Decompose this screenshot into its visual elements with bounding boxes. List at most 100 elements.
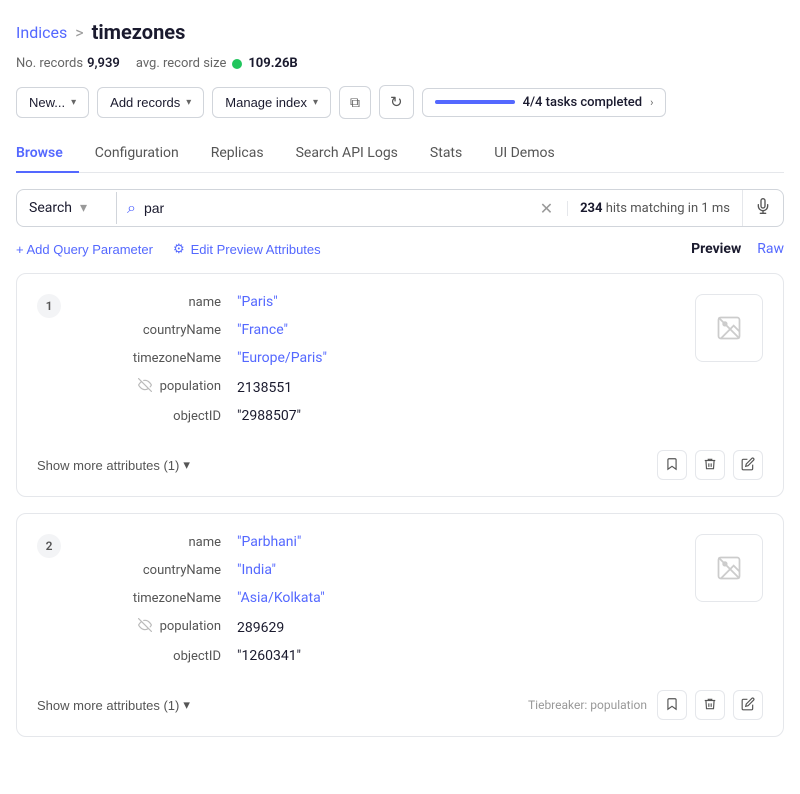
tab-stats[interactable]: Stats <box>414 135 478 173</box>
search-input-wrapper: ⌕ ✕ <box>117 192 567 224</box>
breadcrumb: Indices > timezones <box>16 20 784 44</box>
field-value-objectid-2: "1260341" <box>237 648 301 664</box>
search-icon: ⌕ <box>127 198 136 218</box>
hits-suffix: hits matching in 1 ms <box>606 201 730 216</box>
manage-index-button[interactable]: Manage index ▾ <box>212 87 331 118</box>
search-input[interactable] <box>144 192 528 224</box>
field-label-objectid-1: objectID <box>77 409 237 424</box>
avg-label: avg. record size <box>136 56 227 71</box>
bookmark-button-1[interactable] <box>657 450 687 480</box>
clear-search-button[interactable]: ✕ <box>536 195 557 222</box>
tasks-progress-bar[interactable]: 4/4 tasks completed › <box>422 88 667 117</box>
meta-row: No. records 9,939 avg. record size 109.2… <box>16 56 784 71</box>
field-value-countryname-2: "India" <box>237 562 276 578</box>
view-toggle: Preview Raw <box>691 241 784 257</box>
record-card-1: 1 name "Paris" countryName "France" time… <box>16 273 784 497</box>
edit-button-1[interactable] <box>733 450 763 480</box>
bookmark-icon-2 <box>665 697 679 714</box>
show-more-chevron-icon-1: ▾ <box>183 457 190 473</box>
bookmark-icon-1 <box>665 457 679 474</box>
copy-button[interactable]: ⧉ <box>339 86 371 119</box>
field-row-population-2: population 289629 <box>77 618 679 636</box>
search-area: Search ▾ ⌕ ✕ 234 hits matching in 1 ms <box>16 189 784 227</box>
manage-index-chevron-icon: ▾ <box>313 97 318 108</box>
field-label-timezonename-2: timezoneName <box>77 591 237 606</box>
green-dot-icon <box>232 59 242 69</box>
tab-configuration[interactable]: Configuration <box>79 135 195 173</box>
edit-button-2[interactable] <box>733 690 763 720</box>
field-label-population-1: population <box>77 378 237 395</box>
query-params-row: + Add Query Parameter ⚙ Edit Preview Att… <box>16 241 784 257</box>
tab-browse[interactable]: Browse <box>16 135 79 173</box>
field-value-timezonename-1: "Europe/Paris" <box>237 350 327 366</box>
record-content-2: name "Parbhani" countryName "India" time… <box>37 534 763 676</box>
view-preview-button[interactable]: Preview <box>691 241 741 257</box>
records-value: 9,939 <box>87 56 120 71</box>
field-row-name-2: name "Parbhani" <box>77 534 679 550</box>
edit-preview-button[interactable]: ⚙ Edit Preview Attributes <box>173 241 321 257</box>
record-card-2: 2 name "Parbhani" countryName "India" ti… <box>16 513 784 737</box>
view-raw-button[interactable]: Raw <box>757 241 784 257</box>
add-query-param-button[interactable]: + Add Query Parameter <box>16 242 153 257</box>
field-label-countryname-1: countryName <box>77 323 237 338</box>
field-row-countryname-1: countryName "France" <box>77 322 679 338</box>
record-fields-1: name "Paris" countryName "France" timezo… <box>37 294 679 436</box>
tab-search-api-logs[interactable]: Search API Logs <box>280 135 414 173</box>
field-label-countryname-2: countryName <box>77 563 237 578</box>
progress-bar-fill <box>435 100 515 104</box>
delete-button-1[interactable] <box>695 450 725 480</box>
search-type-chevron-icon: ▾ <box>80 200 87 216</box>
add-records-label: Add records <box>110 95 180 110</box>
hits-info: 234 hits matching in 1 ms <box>567 201 742 216</box>
mic-icon <box>755 198 771 218</box>
field-value-countryname-1: "France" <box>237 322 288 338</box>
field-value-population-2: 289629 <box>237 620 284 636</box>
add-records-button[interactable]: Add records ▾ <box>97 87 204 118</box>
record-number-1: 1 <box>37 294 61 318</box>
add-records-chevron-icon: ▾ <box>186 97 191 108</box>
refresh-button[interactable]: ↻ <box>379 85 414 119</box>
breadcrumb-indices-link[interactable]: Indices <box>16 23 67 42</box>
record-footer-2: Show more attributes (1) ▾ Tiebreaker: p… <box>37 690 763 720</box>
edit-icon-2 <box>741 697 755 714</box>
breadcrumb-separator: > <box>75 23 83 42</box>
field-value-name-2: "Parbhani" <box>237 534 301 550</box>
field-value-name-1: "Paris" <box>237 294 278 310</box>
refresh-icon: ↻ <box>390 93 403 111</box>
tab-replicas[interactable]: Replicas <box>195 135 280 173</box>
show-more-label-2: Show more attributes (1) <box>37 698 179 713</box>
field-row-population-1: population 2138551 <box>77 378 679 396</box>
delete-icon-1 <box>703 457 717 474</box>
tiebreaker-label-2: Tiebreaker: population <box>528 698 647 712</box>
new-button[interactable]: New... ▾ <box>16 87 89 118</box>
field-row-name-1: name "Paris" <box>77 294 679 310</box>
record-number-2: 2 <box>37 534 61 558</box>
delete-button-2[interactable] <box>695 690 725 720</box>
tasks-text: 4/4 tasks completed <box>523 95 643 110</box>
show-more-button-1[interactable]: Show more attributes (1) ▾ <box>37 457 190 473</box>
field-label-objectid-2: objectID <box>77 649 237 664</box>
record-actions-1 <box>657 450 763 480</box>
search-type-selector[interactable]: Search ▾ <box>17 192 117 224</box>
progress-bar-container <box>435 100 515 104</box>
field-label-timezonename-1: timezoneName <box>77 351 237 366</box>
field-value-objectid-1: "2988507" <box>237 408 301 424</box>
show-more-button-2[interactable]: Show more attributes (1) ▾ <box>37 697 190 713</box>
tabs: Browse Configuration Replicas Search API… <box>16 135 784 173</box>
gear-icon: ⚙ <box>173 241 185 257</box>
record-actions-2 <box>657 690 763 720</box>
field-row-objectid-2: objectID "1260341" <box>77 648 679 664</box>
field-row-timezonename-2: timezoneName "Asia/Kolkata" <box>77 590 679 606</box>
tab-ui-demos[interactable]: UI Demos <box>478 135 570 173</box>
field-label-name-2: name <box>77 535 237 550</box>
field-label-population-2: population <box>77 618 237 635</box>
add-param-label: + Add Query Parameter <box>16 242 153 257</box>
no-image-placeholder-1 <box>695 294 763 362</box>
record-footer-1: Show more attributes (1) ▾ <box>37 450 763 480</box>
bookmark-button-2[interactable] <box>657 690 687 720</box>
field-value-timezonename-2: "Asia/Kolkata" <box>237 590 325 606</box>
mic-button[interactable] <box>742 190 783 226</box>
search-type-label: Search <box>29 200 72 216</box>
hits-count: 234 <box>580 201 602 216</box>
toolbar: New... ▾ Add records ▾ Manage index ▾ ⧉ … <box>16 85 784 119</box>
